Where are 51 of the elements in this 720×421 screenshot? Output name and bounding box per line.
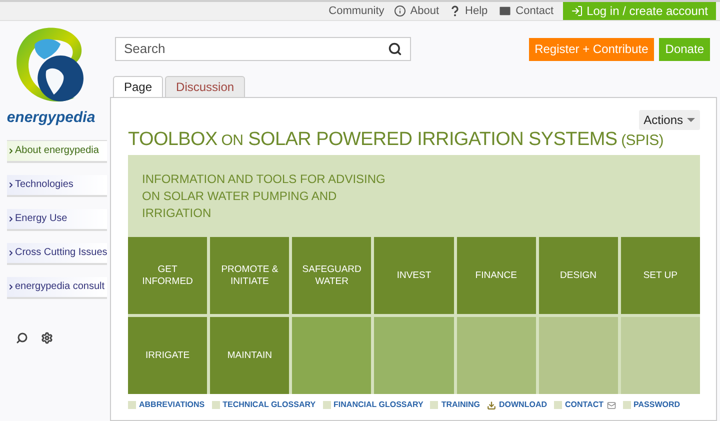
tab[interactable]: Discussion	[165, 76, 246, 98]
chevron-icon	[7, 282, 15, 290]
sidebar-item[interactable]: Cross Cutting Issues	[7, 242, 107, 264]
banner-text: INFORMATION AND TOOLS FOR ADVISING ON SOLAR WATER PUMPING AND IRRIGATION	[142, 172, 386, 220]
menu-tile[interactable]: INVEST	[374, 237, 454, 314]
footer-link[interactable]: TECHNICAL GLOSSARY	[222, 399, 316, 411]
chevron-icon	[7, 180, 15, 188]
menu-tile[interactable]: FINANCE	[456, 237, 536, 314]
sidebar-item[interactable]: Technologies	[7, 174, 107, 196]
menu-tile[interactable]: SET UP	[620, 237, 700, 314]
settings-icon[interactable]	[41, 332, 53, 344]
search-icon	[388, 42, 402, 56]
square-icon	[212, 401, 220, 409]
info-icon	[394, 5, 406, 17]
square-icon	[128, 401, 136, 409]
footer-link[interactable]: PASSWORD	[634, 399, 680, 411]
sidebar-item[interactable]: energypedia consult	[7, 276, 107, 298]
chevron-icon	[7, 248, 15, 256]
footer-link[interactable]: TRAINING	[441, 399, 480, 411]
chevron-icon	[7, 146, 15, 154]
square-icon	[554, 401, 562, 409]
page-title: TOOLBOX ON SOLAR POWERED IRRIGATION SYSTEMS (SPIS)	[128, 128, 664, 152]
menu-tile[interactable]: MAINTAIN	[210, 317, 290, 394]
menu-tile[interactable]: IRRIGATE	[128, 317, 208, 394]
sidebar-item[interactable]: About energypedia	[7, 140, 107, 162]
chevron-icon	[7, 214, 15, 222]
login-icon	[570, 5, 583, 17]
square-icon	[430, 401, 438, 409]
footer-link[interactable]: FINANCIAL GLOSSARY	[334, 399, 424, 411]
download-icon	[487, 400, 496, 410]
square-icon	[322, 401, 331, 409]
actions-button[interactable]: Actions	[638, 110, 700, 130]
footer-link[interactable]: ABBREVIATIONS	[139, 399, 205, 411]
logo-wordmark: energypedia	[6, 108, 96, 128]
menu-tile[interactable]: GET INFORMED	[128, 237, 208, 314]
nav-link[interactable]: Contact	[492, 2, 559, 20]
search-field[interactable]: Search	[115, 37, 411, 61]
square-icon	[622, 401, 631, 409]
footer-link[interactable]: DOWNLOAD	[499, 399, 547, 411]
nav-link[interactable]: Community	[324, 2, 390, 20]
caret-icon	[687, 118, 695, 122]
search-icon[interactable]	[16, 332, 28, 344]
menu-tile[interactable]: DESIGN	[538, 237, 618, 314]
menu-tile[interactable]: SAFEGUARD WATER	[292, 237, 372, 314]
nav-link[interactable]: About	[389, 2, 444, 20]
nav-link[interactable]: Help	[444, 2, 493, 20]
sidebar-item[interactable]: Energy Use	[7, 208, 107, 230]
menu-tile[interactable]: PROMOTE & INITIATE	[210, 237, 290, 314]
tab[interactable]: Page	[113, 76, 164, 98]
footer-link[interactable]: CONTACT	[565, 399, 604, 411]
question-mark-icon	[449, 5, 462, 17]
